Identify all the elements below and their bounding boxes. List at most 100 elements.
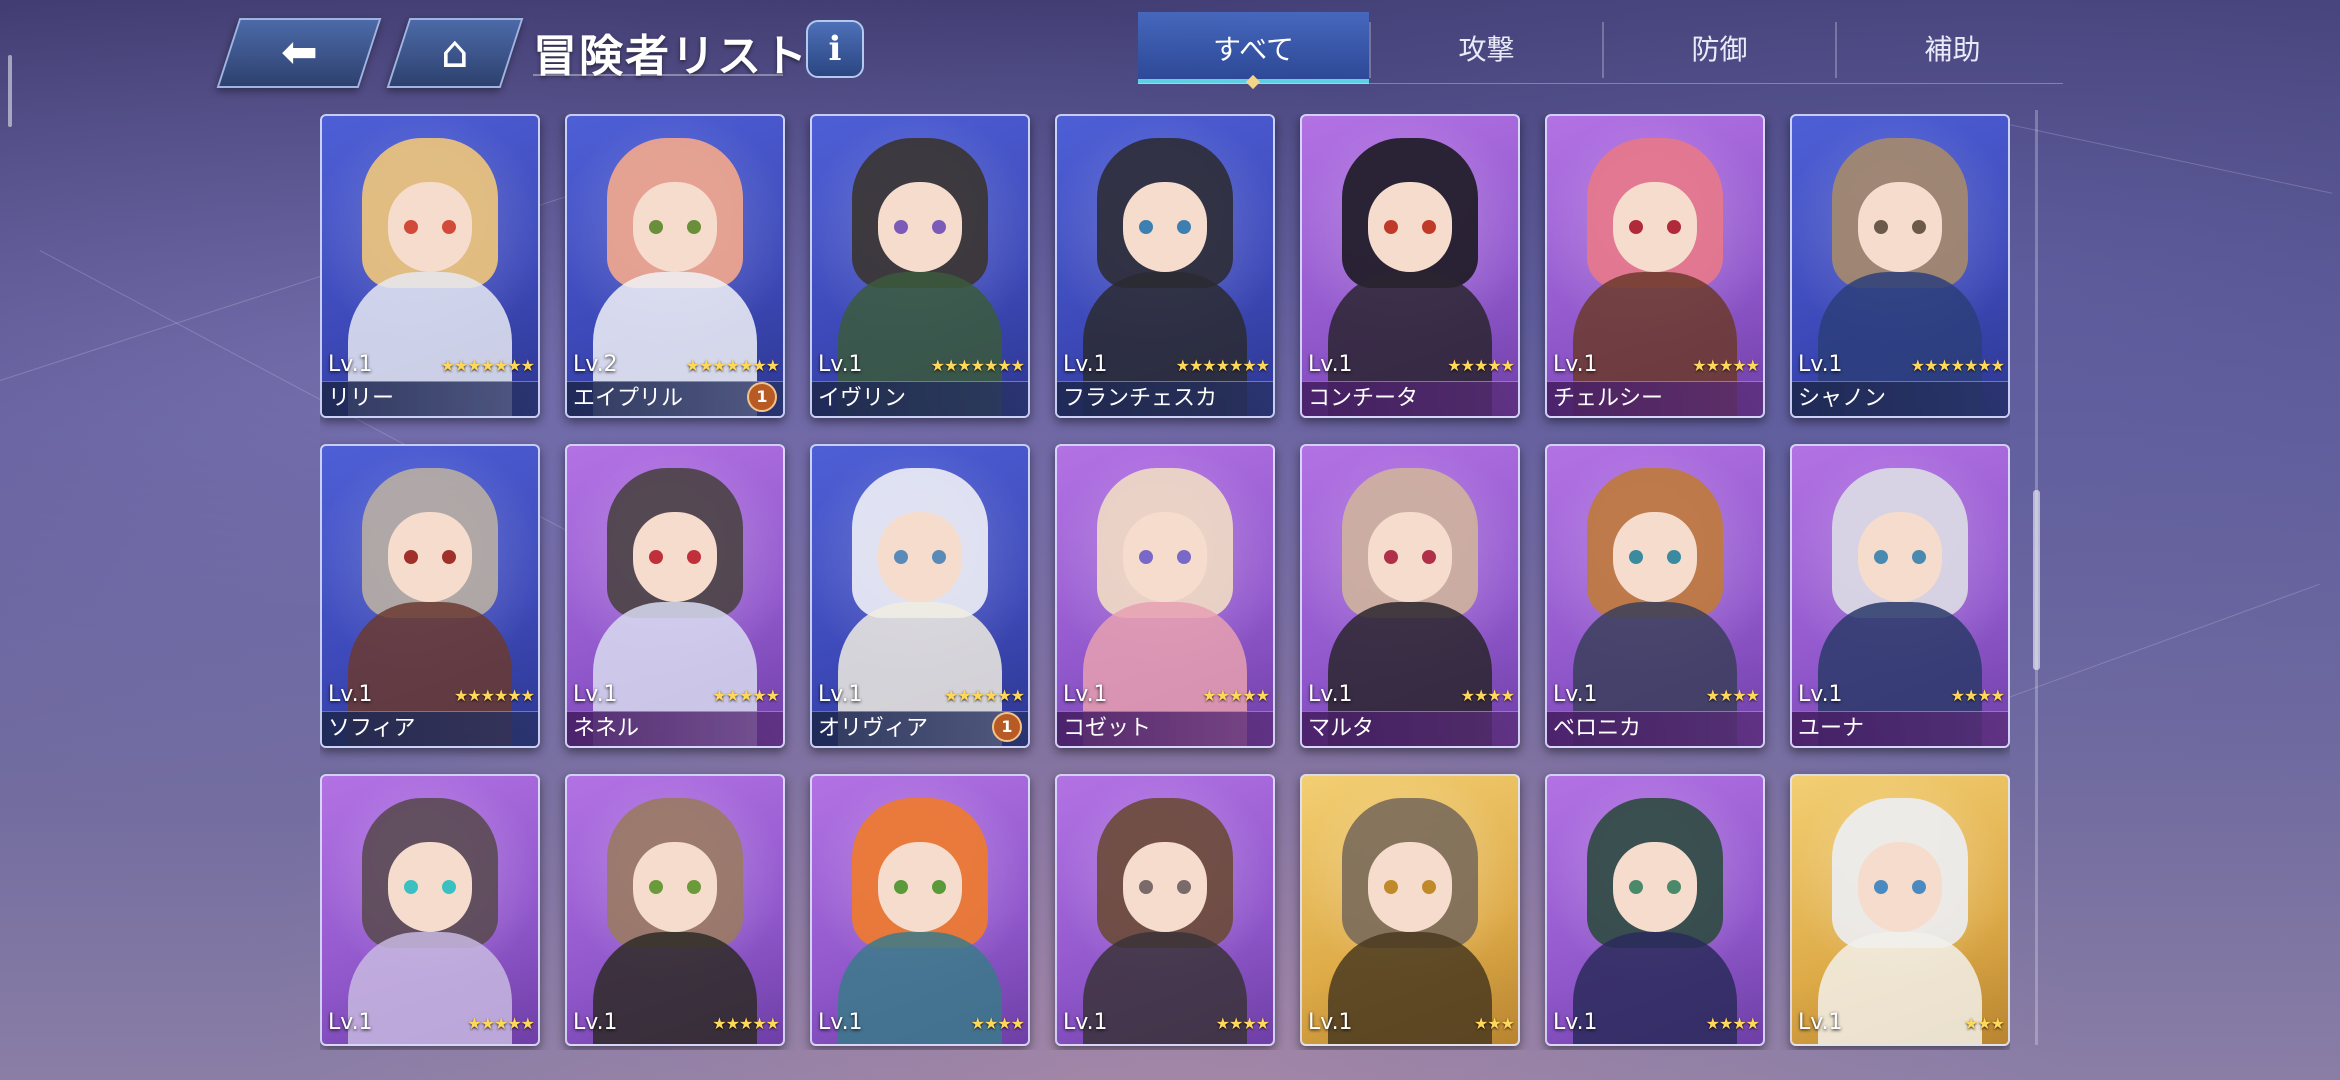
star-rating: ★★★★★ — [1447, 356, 1515, 375]
character-name: ユーナ — [1792, 711, 2008, 746]
count-badge: 1 — [992, 712, 1022, 742]
level-label: Lv.1 — [328, 352, 373, 377]
adventurer-card[interactable]: Lv.1 ★★★★ — [1055, 774, 1275, 1046]
character-name: リリー — [322, 381, 538, 416]
star-rating: ★★★★★★★ — [930, 356, 1025, 375]
character-portrait — [1302, 776, 1518, 1044]
star-rating: ★★★★★ — [1202, 686, 1270, 705]
level-label: Lv.1 — [1308, 1010, 1353, 1035]
star-rating: ★★★★★★★ — [1910, 356, 2005, 375]
star-rating: ★★★★★ — [467, 1014, 535, 1033]
character-portrait — [567, 776, 783, 1044]
tab-attack[interactable]: 攻撃 — [1371, 12, 1602, 84]
character-name: コンチータ — [1302, 381, 1518, 416]
back-arrow-icon: ⬅ — [280, 27, 318, 78]
adventurer-card[interactable]: Lv.1 ★★★★ ベロニカ — [1545, 444, 1765, 748]
level-label: Lv.1 — [328, 1010, 373, 1035]
adventurer-card[interactable]: Lv.1 ★★★★★ チェルシー — [1545, 114, 1765, 418]
level-label: Lv.1 — [1063, 1010, 1108, 1035]
adventurer-card[interactable]: Lv.1 ★★★ — [1300, 774, 1520, 1046]
character-name: フランチェスカ — [1057, 381, 1273, 416]
character-name: コゼット — [1057, 711, 1273, 746]
adventurer-card[interactable]: Lv.1 ★★★★★ — [565, 774, 785, 1046]
adventurer-card[interactable]: Lv.1 ★★★★★ ネネル — [565, 444, 785, 748]
star-rating: ★★★★★ — [712, 686, 780, 705]
background-line — [1989, 120, 2333, 194]
level-label: Lv.1 — [573, 1010, 618, 1035]
level-label: Lv.1 — [1798, 682, 1843, 707]
filter-tabs: すべて 攻撃 防御 補助 — [1138, 12, 2063, 84]
adventurer-card[interactable]: Lv.1 ★★★★★★★ フランチェスカ — [1055, 114, 1275, 418]
adventurer-card[interactable]: Lv.1 ★★★★★★★ リリー — [320, 114, 540, 418]
character-portrait — [322, 776, 538, 1044]
character-portrait — [1057, 776, 1273, 1044]
level-label: Lv.1 — [328, 682, 373, 707]
adventurer-card[interactable]: Lv.1 ★★★★★ コゼット — [1055, 444, 1275, 748]
adventurer-card[interactable]: Lv.2 ★★★★★★★ エイプリル 1 — [565, 114, 785, 418]
character-portrait — [812, 776, 1028, 1044]
star-rating: ★★★★ — [970, 1014, 1025, 1033]
star-rating: ★★★★ — [1705, 686, 1760, 705]
title-underline — [533, 74, 783, 76]
home-icon: ⌂ — [441, 27, 469, 78]
tab-defense[interactable]: 防御 — [1604, 12, 1835, 84]
adventurer-card[interactable]: Lv.1 ★★★★ ユーナ — [1790, 444, 2010, 748]
star-rating: ★★★★★★ — [943, 686, 1025, 705]
character-name: マルタ — [1302, 711, 1518, 746]
level-label: Lv.1 — [818, 352, 863, 377]
info-icon[interactable]: i — [806, 20, 864, 78]
star-rating: ★★★★★★ — [453, 686, 535, 705]
star-rating: ★★★★ — [1460, 686, 1515, 705]
star-rating: ★★★★ — [1215, 1014, 1270, 1033]
star-rating: ★★★ — [1963, 1014, 2005, 1033]
adventurer-card[interactable]: Lv.1 ★★★★★★ オリヴィア 1 — [810, 444, 1030, 748]
side-edge-indicator — [8, 55, 12, 127]
star-rating: ★★★★★ — [1692, 356, 1760, 375]
level-label: Lv.1 — [1798, 1010, 1843, 1035]
character-name: チェルシー — [1547, 381, 1763, 416]
level-label: Lv.1 — [1308, 352, 1353, 377]
level-label: Lv.1 — [1308, 682, 1353, 707]
count-badge: 1 — [747, 382, 777, 412]
level-label: Lv.1 — [1798, 352, 1843, 377]
level-label: Lv.1 — [1063, 682, 1108, 707]
home-button[interactable]: ⌂ — [386, 18, 524, 88]
level-label: Lv.1 — [818, 682, 863, 707]
character-name: ソフィア — [322, 711, 538, 746]
star-rating: ★★★★★ — [712, 1014, 780, 1033]
adventurer-card[interactable]: Lv.1 ★★★★ — [1545, 774, 1765, 1046]
tab-baseline — [1138, 83, 2063, 84]
level-label: Lv.1 — [1553, 1010, 1598, 1035]
adventurer-card[interactable]: Lv.1 ★★★ — [1790, 774, 2010, 1046]
scrollbar-thumb[interactable] — [2033, 490, 2040, 670]
character-name: ベロニカ — [1547, 711, 1763, 746]
level-label: Lv.1 — [1553, 682, 1598, 707]
tab-support[interactable]: 補助 — [1837, 12, 2068, 84]
character-portrait — [1547, 776, 1763, 1044]
star-rating: ★★★ — [1473, 1014, 1515, 1033]
tab-all[interactable]: すべて — [1138, 12, 1369, 84]
adventurer-card[interactable]: Lv.1 ★★★★★★ ソフィア — [320, 444, 540, 748]
level-label: Lv.1 — [818, 1010, 863, 1035]
adventurer-card[interactable]: Lv.1 ★★★★ — [810, 774, 1030, 1046]
star-rating: ★★★★★★★ — [1175, 356, 1270, 375]
back-button[interactable]: ⬅ — [216, 18, 382, 88]
star-rating: ★★★★ — [1705, 1014, 1760, 1033]
adventurer-card[interactable]: Lv.1 ★★★★★ コンチータ — [1300, 114, 1520, 418]
adventurer-card[interactable]: Lv.1 ★★★★★ — [320, 774, 540, 1046]
adventurer-grid: Lv.1 ★★★★★★★ リリー Lv.2 ★★★★★★★ エイプリル 1 Lv.1 ★★★★★… — [320, 114, 2010, 1050]
character-portrait — [1792, 776, 2008, 1044]
level-label: Lv.1 — [1553, 352, 1598, 377]
level-label: Lv.1 — [573, 682, 618, 707]
adventurer-card[interactable]: Lv.1 ★★★★ マルタ — [1300, 444, 1520, 748]
adventurer-card[interactable]: Lv.1 ★★★★★★★ イヴリン — [810, 114, 1030, 418]
adventurer-card[interactable]: Lv.1 ★★★★★★★ シャノン — [1790, 114, 2010, 418]
character-name: イヴリン — [812, 381, 1028, 416]
level-label: Lv.2 — [573, 352, 618, 377]
character-name: ネネル — [567, 711, 783, 746]
level-label: Lv.1 — [1063, 352, 1108, 377]
star-rating: ★★★★ — [1950, 686, 2005, 705]
star-rating: ★★★★★★★ — [440, 356, 535, 375]
star-rating: ★★★★★★★ — [685, 356, 780, 375]
background-line — [2000, 583, 2320, 701]
